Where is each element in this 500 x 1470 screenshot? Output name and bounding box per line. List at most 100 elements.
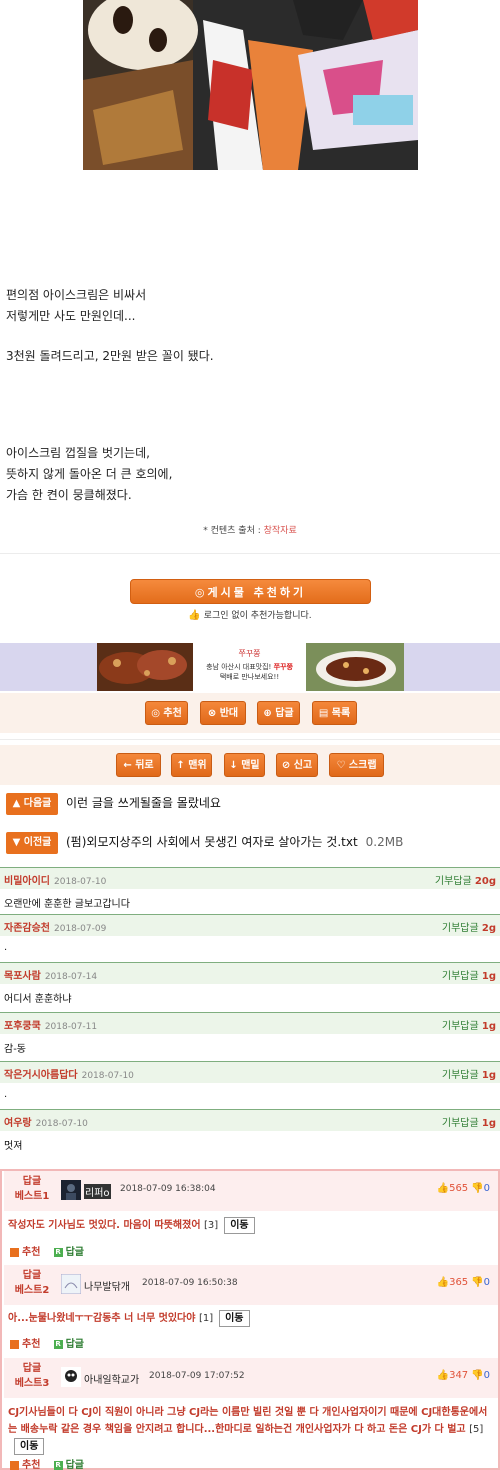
best-author[interactable]: 아내일학교가 bbox=[84, 1371, 139, 1386]
thumbs-up-icon[interactable]: 👍 bbox=[437, 1183, 449, 1194]
comment-author-line: 포후쿵쿡 2018-07-11 bbox=[4, 1017, 97, 1032]
comment-item: 여우랑 2018-07-10 기부답글 1g 멋져 bbox=[0, 1109, 500, 1155]
article-photo bbox=[83, 0, 418, 170]
content-source: * 컨텐츠 출처 : 창작자료 bbox=[0, 523, 500, 536]
prev-post-size: 0.2MB bbox=[365, 835, 404, 849]
comment-author[interactable]: 목포사람 bbox=[4, 971, 41, 982]
thumbs-up-icon[interactable]: 👍 bbox=[437, 1277, 449, 1288]
down-count: 0 bbox=[483, 1277, 490, 1288]
reply-button[interactable]: ⊕ 답글 bbox=[257, 701, 300, 725]
comment-date: 2018-07-11 bbox=[44, 1022, 98, 1032]
gift-value: 1g bbox=[481, 1070, 496, 1081]
next-post-title[interactable]: 이런 글을 쓰게될줄을 몰랐네요 bbox=[66, 794, 221, 811]
comment-gift[interactable]: 기부답글 1g bbox=[442, 1066, 496, 1081]
reply-count: [1] bbox=[198, 1313, 214, 1324]
reply-icon: R bbox=[53, 1460, 63, 1470]
prev-post-title[interactable]: (펌)외모지상주의 사회에서 못생긴 여자로 살아가는 것.txt bbox=[66, 835, 358, 849]
article-line: 가슴 한 켠이 뭉클해졌다. bbox=[6, 488, 132, 502]
best-recommend[interactable]: 추천 bbox=[22, 1460, 40, 1470]
comment-item: 비밀아이디 2018-07-10 기부답글 20g 오랜만에 훈훈한 글보고갑니다 bbox=[0, 867, 500, 913]
source-link[interactable]: 창작자료 bbox=[264, 526, 297, 536]
best-comment-header: 답글 베스트2 나무발닦개 2018-07-09 16:50:38 👍365 👎0 bbox=[4, 1265, 498, 1305]
article-line: 저렇게만 사도 만원인데... bbox=[6, 309, 136, 323]
recommend-icon bbox=[10, 1247, 19, 1257]
move-button[interactable]: 이동 bbox=[224, 1217, 255, 1234]
comment-gift[interactable]: 기부답글 1g bbox=[442, 1017, 496, 1032]
thumbs-up-icon[interactable]: 👍 bbox=[437, 1370, 449, 1381]
comment-text: . bbox=[4, 1089, 8, 1100]
comment-date: 2018-07-10 bbox=[35, 1119, 88, 1129]
gift-label: 기부답글 bbox=[441, 1070, 479, 1081]
comment-text: 어디서 훈훈하냐 bbox=[4, 994, 72, 1005]
best-tag: 답글베스트2 bbox=[8, 1268, 56, 1298]
ad-food-image bbox=[97, 643, 193, 691]
recommend-icon bbox=[10, 1460, 19, 1470]
best-tag-rank: 베스트2 bbox=[14, 1285, 50, 1296]
comment-header: 자존감승천 2018-07-09 기부답글 2g bbox=[0, 914, 500, 936]
best-tag-rank: 베스트1 bbox=[14, 1191, 50, 1202]
ad-line2: 택배로 만나보세요!! bbox=[219, 673, 280, 681]
list-button[interactable]: ▤ 목록 bbox=[312, 701, 357, 725]
comment-author[interactable]: 비밀아이디 bbox=[4, 876, 50, 887]
prev-post-label[interactable]: ▼ 이전글 bbox=[6, 832, 58, 854]
comment-author[interactable]: 작은거시아름답다 bbox=[4, 1070, 78, 1081]
up-count: 347 bbox=[449, 1370, 469, 1381]
best-comment-header: 답글 베스트1 리퍼o 2018-07-09 16:38:04 👍565 👎0 bbox=[4, 1171, 498, 1211]
best-tag-top: 답글 bbox=[22, 1270, 42, 1281]
gift-label: 기부답글 bbox=[441, 923, 479, 934]
best-tag: 답글 베스트3 bbox=[8, 1361, 56, 1391]
best-author[interactable]: 리퍼o bbox=[84, 1184, 111, 1199]
back-button[interactable]: ← 뒤로 bbox=[116, 753, 161, 777]
comment-author-line: 자존감승천 2018-07-09 bbox=[4, 919, 106, 934]
best-recommend[interactable]: 추천 bbox=[22, 1339, 40, 1350]
article-paragraph: 아이스크림 껍질을 벗기는데, 뜻하지 않게 돌아온 더 큰 호의에, 가슴 한… bbox=[6, 443, 172, 506]
oppose-button[interactable]: ⊗ 반대 bbox=[200, 701, 246, 725]
best-date: 2018-07-09 17:07:52 bbox=[149, 1371, 245, 1381]
comment-text: . bbox=[4, 942, 8, 953]
avatar bbox=[61, 1367, 81, 1387]
comment-gift[interactable]: 기부답글 1g bbox=[442, 1114, 496, 1129]
best-recommend[interactable]: 추천 bbox=[22, 1247, 40, 1258]
move-button[interactable]: 이동 bbox=[14, 1438, 45, 1455]
ad-line1-prefix: 충남 아산시 대표맛집! bbox=[206, 663, 272, 671]
comment-author-line: 작은거시아름답다 2018-07-10 bbox=[4, 1066, 134, 1081]
ad-banner[interactable]: 쭈꾸쭝 충남 아산시 대표맛집! 쭈꾸쭝 택배로 만나보세요!! bbox=[0, 643, 500, 691]
comment-gift[interactable]: 기부답글 2g bbox=[442, 919, 496, 934]
comment-author-line: 여우랑 2018-07-10 bbox=[4, 1114, 88, 1129]
navigation-action-bar: ← 뒤로 ↑ 맨위 ↓ 맨밑 ⊘ 신고 ♡ 스크랩 bbox=[0, 745, 500, 785]
move-button[interactable]: 이동 bbox=[219, 1310, 250, 1327]
reply-count: [5] bbox=[469, 1424, 484, 1435]
up-count: 565 bbox=[449, 1183, 469, 1194]
best-tag: 답글 베스트1 bbox=[8, 1174, 56, 1204]
article-paragraph: 편의점 아이스크림은 비싸서 저렇게만 사도 만원인데... bbox=[6, 285, 146, 327]
comment-author[interactable]: 자존감승천 bbox=[4, 923, 50, 934]
thumbs-down-icon[interactable]: 👎 bbox=[471, 1183, 483, 1194]
ad-line1-brand: 쭈꾸쭝 bbox=[273, 663, 293, 671]
comment-gift[interactable]: 기부답글 20g bbox=[435, 872, 496, 887]
comment-gift[interactable]: 기부답글 1g bbox=[442, 967, 496, 982]
comment-text: 감-동 bbox=[4, 1044, 27, 1055]
gift-value: 1g bbox=[481, 1118, 496, 1129]
thumbs-down-icon[interactable]: 👎 bbox=[471, 1277, 483, 1288]
scrap-button[interactable]: ♡ 스크랩 bbox=[329, 753, 384, 777]
gift-label: 기부답글 bbox=[441, 1118, 479, 1129]
prev-post-title-wrap[interactable]: (펌)외모지상주의 사회에서 못생긴 여자로 살아가는 것.txt 0.2MB bbox=[66, 833, 403, 850]
recommend-button[interactable]: ◎ 추천 bbox=[145, 701, 188, 725]
report-button[interactable]: ⊘ 신고 bbox=[276, 753, 318, 777]
best-actions: 추천 R 답글 bbox=[10, 1456, 84, 1470]
recommend-post-button[interactable]: ◎게시물 추천하기 bbox=[130, 579, 371, 604]
thumbs-down-icon[interactable]: 👎 bbox=[471, 1370, 483, 1381]
avatar bbox=[61, 1180, 81, 1200]
comment-author[interactable]: 여우랑 bbox=[4, 1118, 32, 1129]
reply-icon: R bbox=[53, 1339, 63, 1349]
best-reply[interactable]: 답글 bbox=[66, 1460, 84, 1470]
bottom-button[interactable]: ↓ 맨밑 bbox=[224, 753, 265, 777]
comment-author[interactable]: 포후쿵쿡 bbox=[4, 1021, 41, 1032]
ad-line1: 충남 아산시 대표맛집! 쭈꾸쭝 bbox=[193, 662, 306, 672]
next-post-label[interactable]: ▲ 다음글 bbox=[6, 793, 58, 815]
best-author[interactable]: 나무발닦개 bbox=[84, 1278, 130, 1293]
best-reply[interactable]: 답글 bbox=[66, 1247, 84, 1258]
top-button[interactable]: ↑ 맨위 bbox=[171, 753, 212, 777]
comment-author-line: 목포사람 2018-07-14 bbox=[4, 967, 97, 982]
best-reply[interactable]: 답글 bbox=[66, 1339, 84, 1350]
